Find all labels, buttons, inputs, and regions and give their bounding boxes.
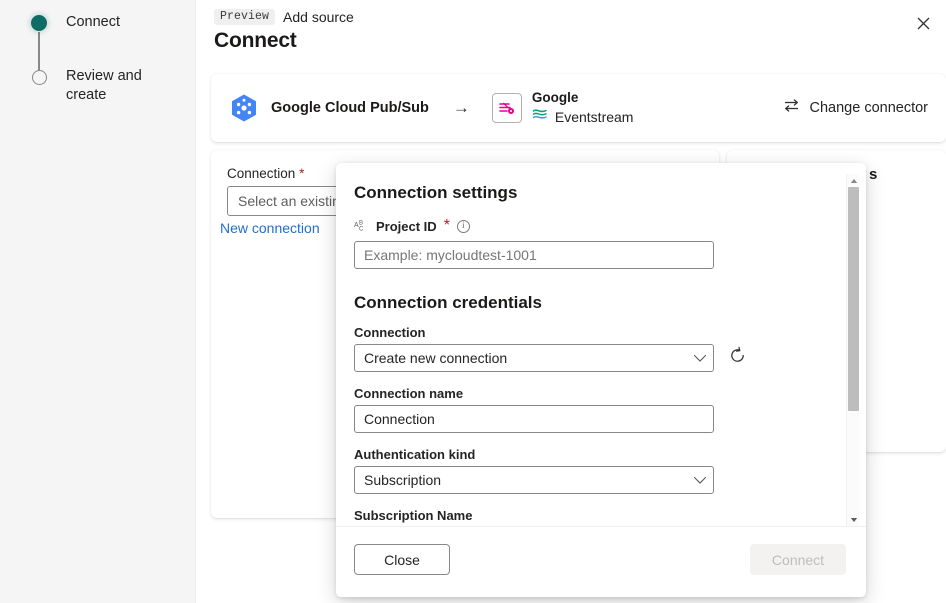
- authentication-kind-value: Subscription: [364, 472, 693, 488]
- required-asterisk: *: [299, 166, 304, 181]
- connection-label-text: Connection: [227, 166, 295, 181]
- project-id-label: Project ID: [376, 219, 437, 234]
- eventstream-badge-icon: [492, 93, 522, 123]
- caret-up-icon[interactable]: [847, 174, 860, 187]
- stepper-step-connect-label: Connect: [66, 13, 120, 32]
- chevron-down-icon: [693, 350, 707, 366]
- abc-text-icon: A B C: [354, 218, 369, 235]
- info-icon[interactable]: i: [457, 220, 470, 233]
- eventstream-glyph-icon: [532, 107, 548, 126]
- authentication-kind-label: Authentication kind: [354, 447, 844, 462]
- existing-connection-value: Select an existing: [238, 193, 348, 209]
- chevron-down-icon: [693, 472, 707, 488]
- source-connector-label: Google Cloud Pub/Sub: [271, 100, 429, 116]
- side-info-card-heading: s: [869, 166, 932, 183]
- close-button[interactable]: Close: [354, 544, 450, 575]
- change-connector-label: Change connector: [810, 100, 929, 116]
- change-connector-button[interactable]: Change connector: [783, 98, 929, 118]
- connection-settings-dialog: Connection settings A B C Project ID * i…: [336, 163, 866, 597]
- project-id-placeholder: Example: mycloudtest-1001: [364, 247, 537, 263]
- page-title: Connect: [214, 29, 297, 53]
- refresh-icon[interactable]: [728, 346, 747, 370]
- svg-text:C: C: [359, 226, 364, 232]
- connector-summary-card: Google Cloud Pub/Sub → Google: [211, 74, 946, 142]
- google-cloud-pubsub-icon: [229, 93, 259, 123]
- project-id-label-row: A B C Project ID * i: [354, 217, 844, 235]
- destination-text: Google Eventstream: [532, 90, 634, 127]
- project-id-required-asterisk: *: [444, 217, 450, 235]
- step-indicator-connect: [26, 10, 52, 36]
- connection-select-value: Create new connection: [364, 350, 693, 366]
- hollow-circle-icon: [32, 70, 47, 85]
- wizard-stepper-rail: Connect Review and create: [0, 0, 196, 603]
- stepper-step-review-and-create[interactable]: Review and create: [26, 64, 170, 105]
- new-connection-link[interactable]: New connection: [218, 219, 322, 237]
- connection-select-row: Create new connection: [354, 344, 844, 372]
- dialog-heading-connection-credentials: Connection credentials: [354, 293, 844, 313]
- connect-button: Connect: [750, 544, 846, 575]
- swap-icon: [783, 98, 800, 118]
- authentication-kind-select[interactable]: Subscription: [354, 466, 714, 494]
- close-icon[interactable]: [908, 8, 938, 38]
- step-indicator-review: [26, 64, 52, 90]
- caret-down-icon[interactable]: [847, 513, 860, 526]
- destination-subtitle-row: Eventstream: [532, 107, 634, 126]
- connection-name-input[interactable]: Connection: [354, 405, 714, 433]
- connection-select[interactable]: Create new connection: [354, 344, 714, 372]
- dialog-heading-connection-settings: Connection settings: [354, 183, 844, 203]
- stepper-step-connect[interactable]: Connect: [26, 10, 120, 36]
- arrow-right-icon: →: [453, 98, 470, 118]
- scrollbar-thumb[interactable]: [848, 187, 859, 411]
- project-id-input[interactable]: Example: mycloudtest-1001: [354, 241, 714, 269]
- app-root: Connect Review and create Preview Add so…: [0, 0, 946, 603]
- destination-connector: Google Eventstream: [492, 90, 634, 127]
- connection-select-label: Connection: [354, 325, 844, 340]
- stepper-step-review-label: Review and create: [66, 67, 170, 105]
- source-connector: Google Cloud Pub/Sub: [229, 93, 429, 123]
- preview-badge: Preview: [214, 9, 275, 25]
- connection-name-value: Connection: [364, 411, 435, 427]
- connection-name-label: Connection name: [354, 386, 844, 401]
- subscription-name-label: Subscription Name: [354, 508, 844, 523]
- destination-title: Google: [532, 90, 634, 106]
- destination-subtitle: Eventstream: [555, 109, 634, 125]
- dialog-scroll-area: Connection settings A B C Project ID * i…: [336, 163, 866, 526]
- dialog-footer: Close Connect: [336, 526, 866, 597]
- breadcrumb-add-source: Add source: [283, 9, 354, 25]
- dialog-scrollbar[interactable]: [846, 174, 859, 526]
- breadcrumb: Preview Add source: [214, 9, 354, 25]
- filled-circle-icon: [31, 15, 47, 31]
